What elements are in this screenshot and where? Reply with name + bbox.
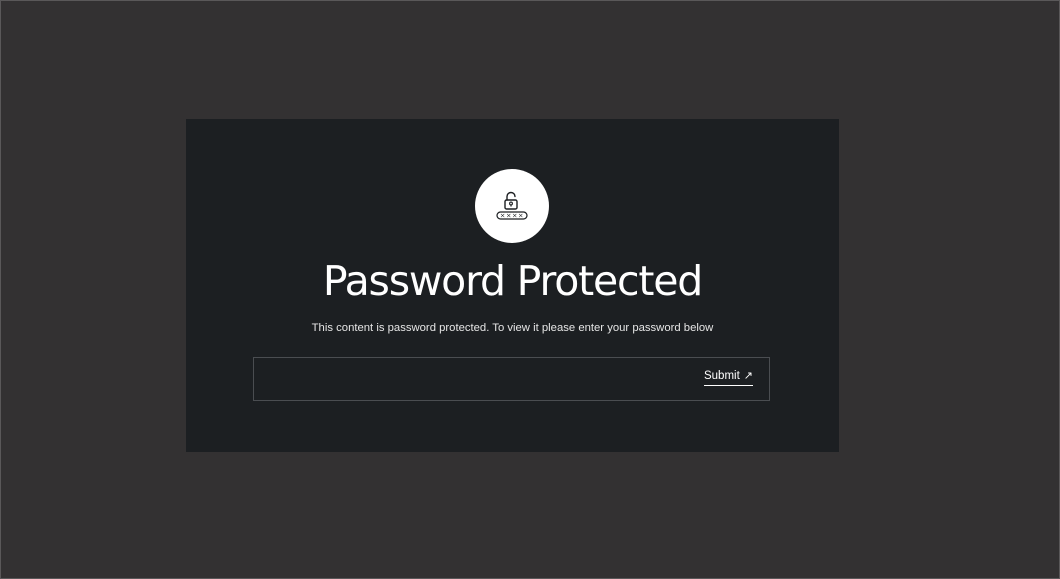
password-form: Submit ↗ [253,357,770,401]
submit-label: Submit [703,370,740,382]
password-input[interactable] [264,366,688,394]
submit-button[interactable]: Submit ↗ [703,369,753,386]
password-mask-text: ×××× [500,212,524,220]
arrow-up-right-icon: ↗ [743,370,753,382]
page-background: ×××× Password Protected This content is … [0,0,1060,579]
page-subtitle: This content is password protected. To v… [311,322,714,334]
unlocked-padlock-icon: ×××× [496,191,528,220]
password-card: ×××× Password Protected This content is … [186,119,839,452]
lock-badge: ×××× [475,169,549,243]
page-title: Password Protected [322,257,703,305]
